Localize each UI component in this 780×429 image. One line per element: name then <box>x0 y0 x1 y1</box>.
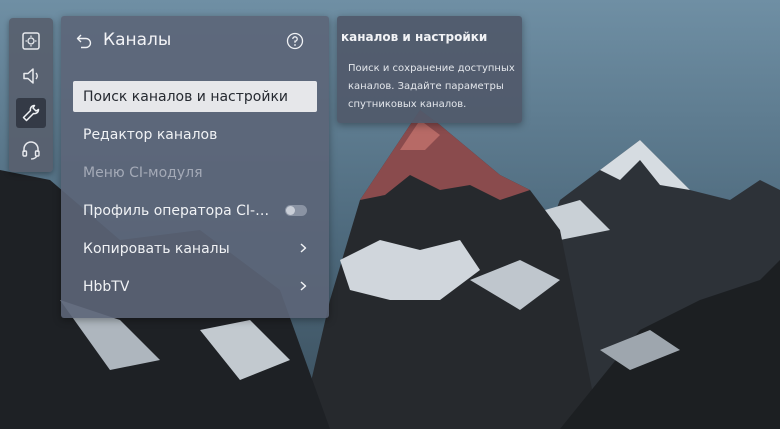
page-title: Каналы <box>103 30 172 50</box>
rail-item-support[interactable] <box>16 135 46 165</box>
toggle-knob <box>286 206 295 215</box>
sound-icon <box>23 68 38 84</box>
help-icon[interactable] <box>286 32 304 50</box>
description-tooltip: каналов и настройки Поиск и сохранение д… <box>337 16 522 123</box>
menu-item-label: Профиль оператора CI-модуля <box>83 202 273 219</box>
wrench-icon <box>22 104 40 122</box>
menu-item-label: Поиск каналов и настройки <box>83 88 289 105</box>
menu-item-hbbtv[interactable]: HbbTV <box>73 271 317 302</box>
ci-profile-toggle[interactable] <box>285 205 307 216</box>
picture-settings-icon <box>22 32 40 50</box>
menu-item-copy-channels[interactable]: Копировать каналы <box>73 233 317 264</box>
channels-menu-panel: Каналы Поиск каналов и настройки Редакто… <box>61 16 329 318</box>
menu-item-ci-module: Меню CI-модуля <box>73 157 317 188</box>
tooltip-text: Поиск и сохранение доступных каналов. За… <box>348 63 515 110</box>
back-arrow-icon[interactable] <box>75 32 93 50</box>
menu-item-label: Редактор каналов <box>83 126 218 143</box>
rail-item-sound[interactable] <box>16 61 46 91</box>
headset-icon <box>22 141 40 160</box>
tooltip-title: каналов и настройки <box>341 30 488 44</box>
menu-item-label: Копировать каналы <box>83 240 230 257</box>
menu-item-channel-search[interactable]: Поиск каналов и настройки <box>73 81 317 112</box>
rail-item-general[interactable] <box>16 98 46 128</box>
menu-item-label: HbbTV <box>83 278 130 295</box>
panel-header: Каналы <box>61 26 329 56</box>
settings-category-rail <box>9 18 53 172</box>
menu-item-label: Меню CI-модуля <box>83 164 203 181</box>
chevron-right-icon <box>300 243 307 253</box>
menu-item-ci-operator-profile[interactable]: Профиль оператора CI-модуля <box>73 195 317 226</box>
chevron-right-icon <box>300 281 307 291</box>
rail-item-picture[interactable] <box>16 26 46 56</box>
menu-item-channel-editor[interactable]: Редактор каналов <box>73 119 317 150</box>
